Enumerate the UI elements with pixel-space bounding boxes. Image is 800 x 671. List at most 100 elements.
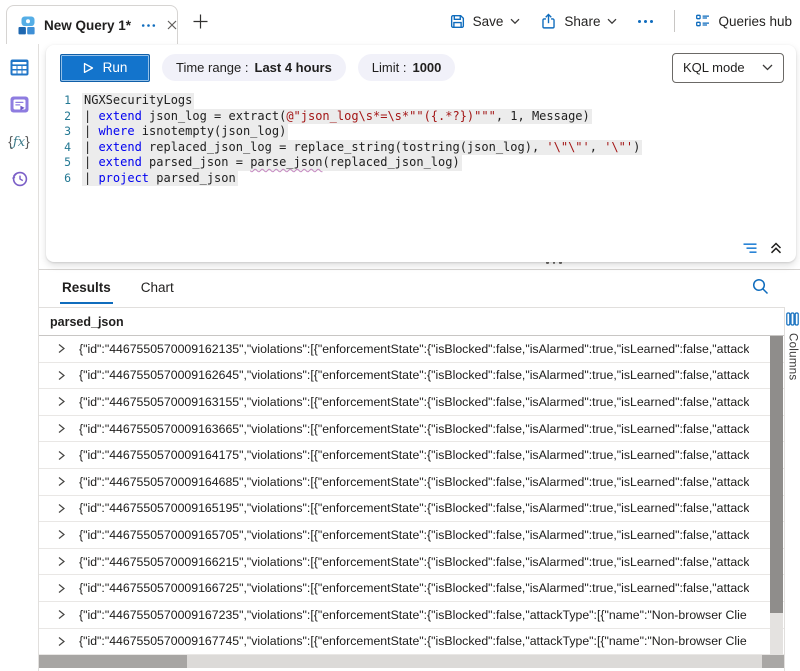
tab-new-query[interactable]: New Query 1*	[6, 5, 178, 44]
vertical-scrollbar-thumb[interactable]	[770, 336, 783, 613]
code-token: |	[84, 140, 98, 154]
row-json-text: {"id":"4467550570009167745","violations"…	[79, 634, 747, 648]
code-token: replaced_json_log = replace_string(tostr…	[142, 140, 547, 154]
table-row[interactable]: {"id":"4467550570009163155","violations"…	[39, 389, 784, 416]
code-token: parsed_json	[149, 171, 236, 185]
table-row[interactable]: {"id":"4467550570009164685","violations"…	[39, 469, 784, 496]
line-number: 6	[46, 171, 82, 187]
more-options-icon	[637, 19, 654, 24]
tab-more-icon[interactable]	[141, 23, 156, 28]
time-range-picker[interactable]: Time range : Last 4 hours	[162, 54, 346, 81]
kql-mode-value: KQL mode	[683, 60, 745, 75]
kql-mode-dropdown[interactable]: KQL mode	[672, 53, 784, 83]
queries-hub-button[interactable]: Queries hub	[695, 13, 792, 29]
row-json-text: {"id":"4467550570009163665","violations"…	[79, 422, 749, 436]
limit-picker[interactable]: Limit : 1000	[358, 54, 456, 81]
editor-line: 2 | extend json_log = extract(@"json_log…	[46, 109, 796, 125]
time-range-value: Last 4 hours	[255, 60, 332, 75]
top-right-controls: Save Share	[449, 10, 792, 32]
expand-chevron-icon[interactable]	[56, 396, 66, 407]
table-row[interactable]: {"id":"4467550570009166725","violations"…	[39, 575, 784, 602]
save-floppy-icon	[449, 13, 466, 30]
query-editor[interactable]: 1 NGXSecurityLogs 2 | extend json_log = …	[46, 93, 796, 186]
row-json-text: {"id":"4467550570009164175","violations"…	[79, 448, 749, 462]
table-row[interactable]: {"id":"4467550570009167235","violations"…	[39, 602, 784, 629]
line-number: 2	[46, 109, 82, 125]
table-row[interactable]: {"id":"4467550570009164175","violations"…	[39, 442, 784, 469]
tab-title: New Query 1*	[44, 18, 131, 33]
columns-side-panel[interactable]: Columns	[784, 307, 800, 671]
row-json-text: {"id":"4467550570009166725","violations"…	[79, 581, 749, 595]
search-icon[interactable]	[751, 277, 770, 296]
tab-results[interactable]: Results	[60, 278, 113, 304]
row-json-text: {"id":"4467550570009164685","violations"…	[79, 475, 749, 489]
kusto-query-icon	[17, 16, 36, 35]
tab-chart[interactable]: Chart	[139, 278, 176, 304]
expand-chevron-icon[interactable]	[56, 636, 66, 647]
expand-chevron-icon[interactable]	[56, 556, 66, 567]
table-row[interactable]: {"id":"4467550570009162645","violations"…	[39, 363, 784, 390]
code-token: (replaced_json_log)	[322, 155, 459, 169]
limit-label: Limit :	[372, 60, 407, 75]
code-token: where	[98, 124, 134, 138]
expand-chevron-icon[interactable]	[56, 423, 66, 434]
horizontal-scrollbar[interactable]	[39, 655, 770, 668]
expand-chevron-icon[interactable]	[56, 370, 66, 381]
row-json-text: {"id":"4467550570009162645","violations"…	[79, 368, 749, 382]
table-row[interactable]: {"id":"4467550570009167745","violations"…	[39, 629, 784, 655]
history-clock-icon[interactable]	[8, 167, 30, 189]
code-token: project	[98, 171, 149, 185]
share-icon	[540, 13, 557, 30]
chevron-down-icon	[762, 64, 773, 71]
row-json-text: {"id":"4467550570009166215","violations"…	[79, 555, 749, 569]
code-token: isnotempty(json_log)	[135, 124, 287, 138]
code-token: @"json_log\s*=\s*""({.*?})"""	[286, 109, 496, 123]
query-toolbar: Run Time range : Last 4 hours Limit : 10…	[46, 45, 796, 89]
play-icon	[83, 62, 94, 74]
collapse-editor-icon[interactable]	[769, 241, 783, 255]
row-json-text: {"id":"4467550570009165705","violations"…	[79, 528, 749, 542]
panel-splitter[interactable]	[39, 269, 800, 270]
chevron-down-icon	[510, 18, 520, 25]
table-row[interactable]: {"id":"4467550570009162135","violations"…	[39, 336, 784, 363]
tab-close-icon[interactable]	[166, 19, 178, 31]
expand-chevron-icon[interactable]	[56, 503, 66, 514]
row-json-text: {"id":"4467550570009163155","violations"…	[79, 395, 749, 409]
expand-chevron-icon[interactable]	[56, 343, 66, 354]
expand-chevron-icon[interactable]	[56, 529, 66, 540]
code-token: extend	[98, 109, 141, 123]
expand-chevron-icon[interactable]	[56, 609, 66, 620]
grid-column-header[interactable]: parsed_json	[39, 307, 784, 336]
code-token: NGXSecurityLogs	[84, 93, 192, 107]
code-token: '\"'	[604, 140, 633, 154]
expand-chevron-icon[interactable]	[56, 450, 66, 461]
topbar-divider	[674, 10, 675, 32]
functions-fx-icon[interactable]: {ƒx}	[8, 130, 30, 152]
left-sidebar: {ƒx}	[0, 44, 39, 671]
queries-hub-list-icon	[695, 13, 711, 29]
tables-icon[interactable]	[8, 56, 30, 78]
query-card: Run Time range : Last 4 hours Limit : 10…	[46, 45, 796, 262]
table-row[interactable]: {"id":"4467550570009163665","violations"…	[39, 416, 784, 443]
table-row[interactable]: {"id":"4467550570009165195","violations"…	[39, 496, 784, 523]
expand-chevron-icon[interactable]	[56, 476, 66, 487]
saved-queries-icon[interactable]	[8, 93, 30, 115]
run-button[interactable]: Run	[60, 54, 150, 82]
new-tab-button[interactable]	[192, 13, 209, 30]
horizontal-scrollbar-thumb[interactable]	[39, 655, 187, 668]
line-number: 4	[46, 140, 82, 156]
vertical-scrollbar[interactable]	[770, 336, 783, 655]
limit-value: 1000	[412, 60, 441, 75]
share-button[interactable]: Share	[540, 13, 617, 30]
code-token: parsed_json =	[142, 155, 250, 169]
results-header: Results Chart	[39, 270, 800, 307]
table-row[interactable]: {"id":"4467550570009166215","violations"…	[39, 549, 784, 576]
recall-list-icon[interactable]	[742, 242, 758, 255]
table-row[interactable]: {"id":"4467550570009165705","violations"…	[39, 522, 784, 549]
save-button[interactable]: Save	[449, 13, 521, 30]
row-json-text: {"id":"4467550570009162135","violations"…	[79, 342, 749, 356]
save-label: Save	[473, 14, 504, 29]
expand-chevron-icon[interactable]	[56, 583, 66, 594]
line-number: 5	[46, 155, 82, 171]
more-options-button[interactable]	[637, 19, 654, 24]
